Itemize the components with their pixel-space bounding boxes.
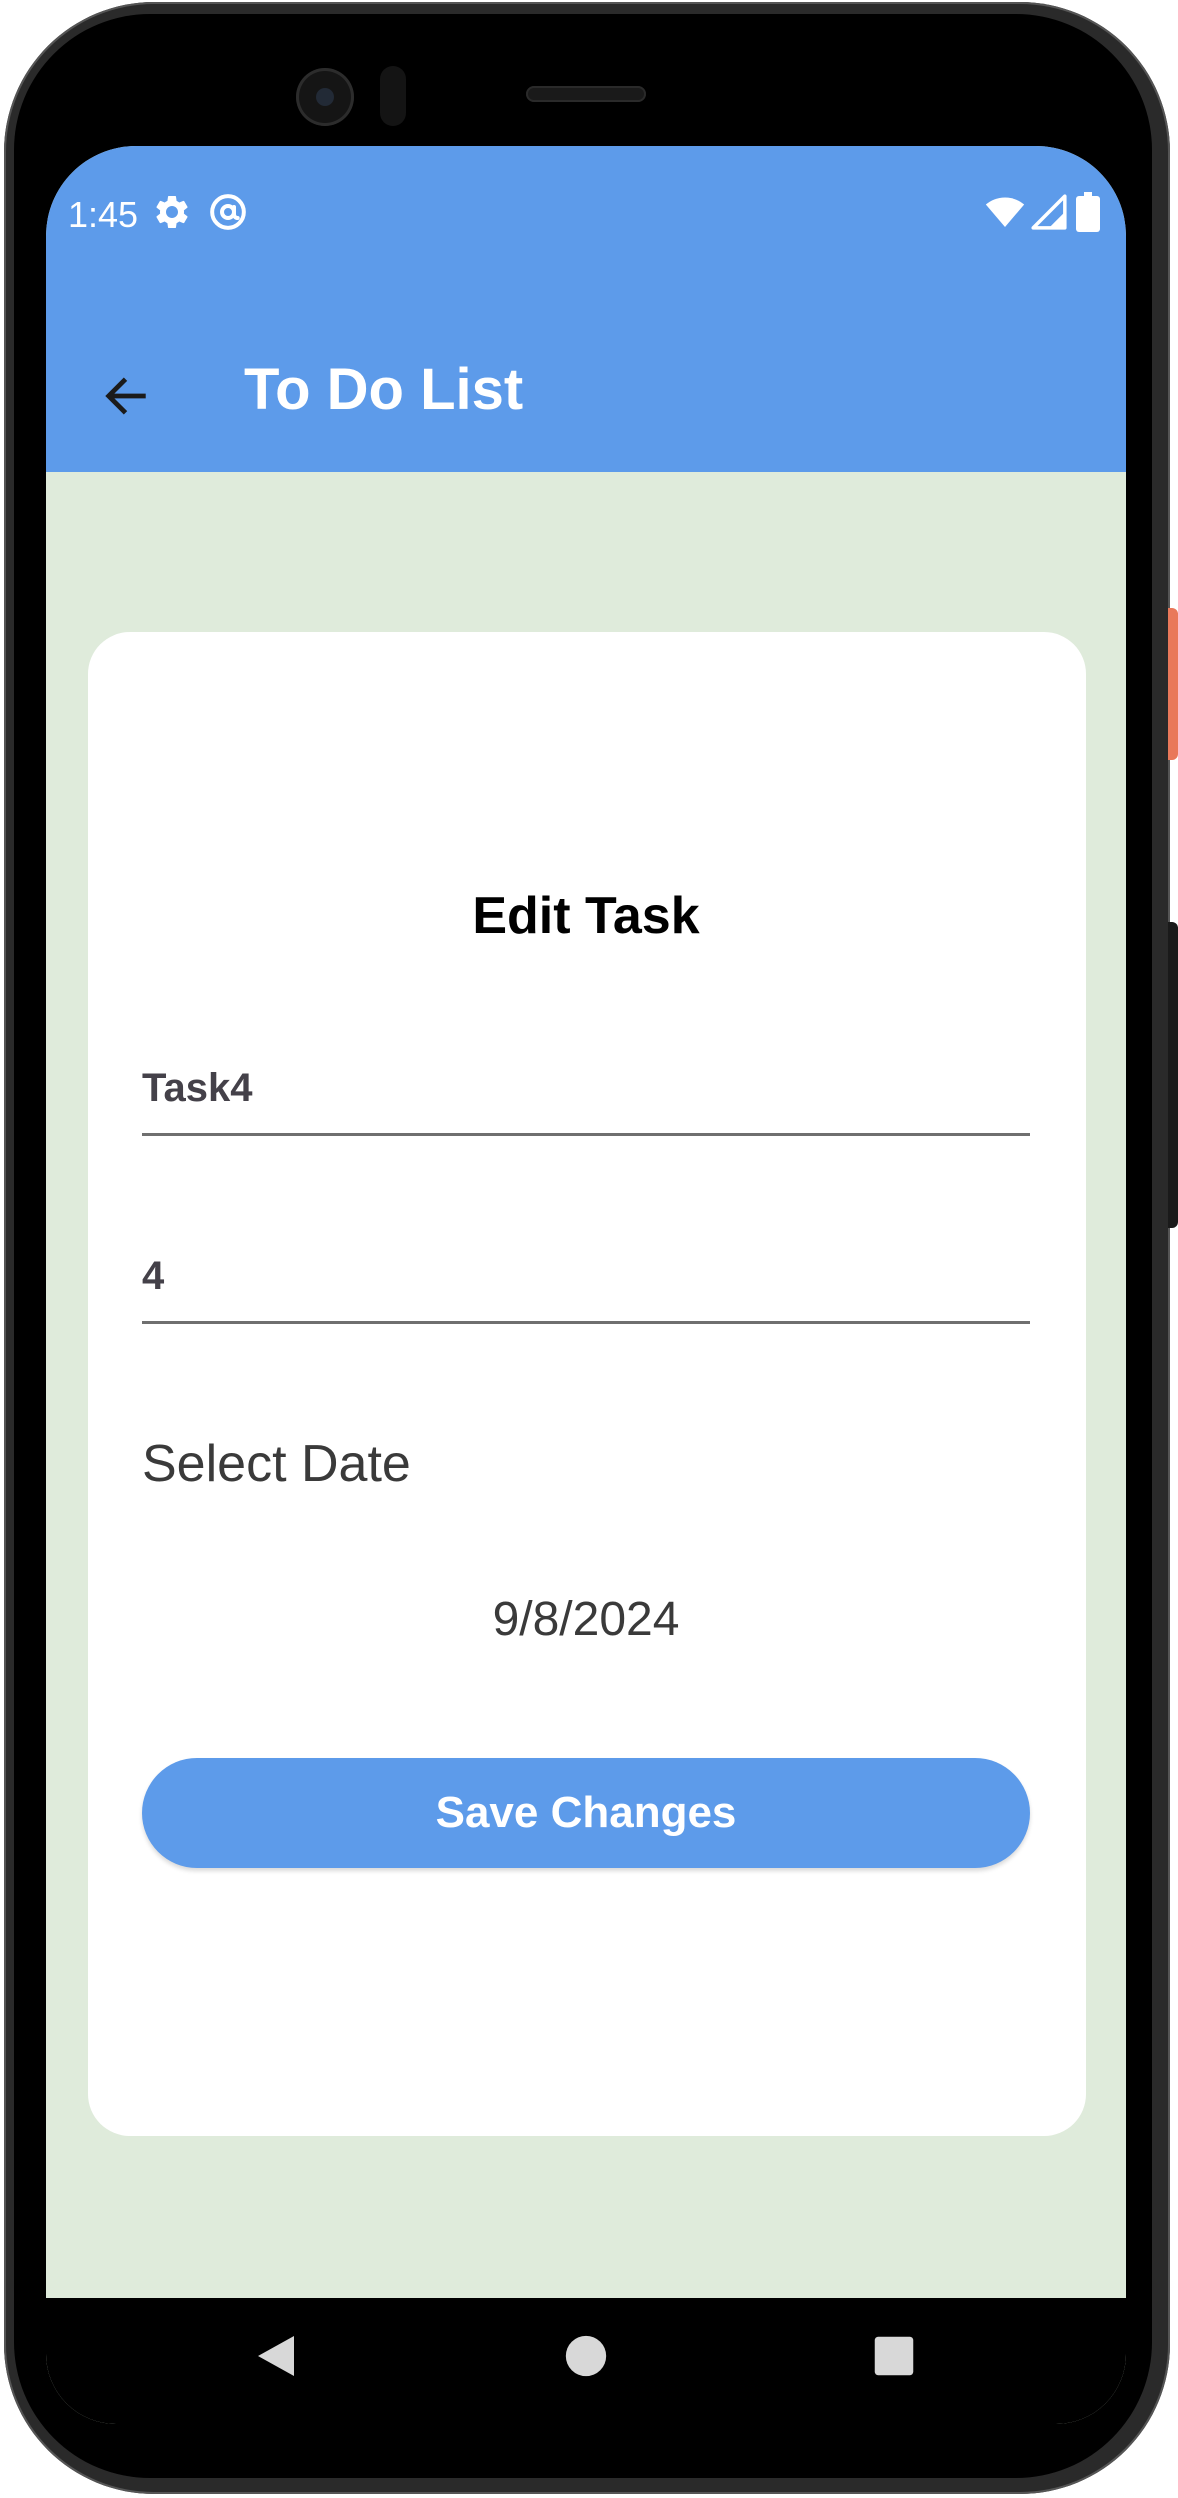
back-triangle-icon xyxy=(254,2332,298,2385)
home-circle-icon xyxy=(564,2334,608,2383)
at-sign-icon xyxy=(208,192,248,232)
task-priority-field[interactable] xyxy=(142,1254,1030,1324)
task-name-field[interactable] xyxy=(142,1066,1030,1136)
nav-home-button[interactable] xyxy=(546,2318,626,2398)
earpiece-speaker xyxy=(526,86,646,102)
back-button[interactable] xyxy=(86,358,166,438)
volume-button[interactable] xyxy=(1168,922,1178,1228)
app-bar-title: To Do List xyxy=(244,357,524,422)
navigation-bar xyxy=(46,2298,1126,2424)
screen: 1:45 To Do List Edit Task Task4 4 Select… xyxy=(46,146,1126,2424)
recents-square-icon xyxy=(873,2335,915,2382)
front-camera xyxy=(296,68,354,126)
status-time: 1:45 xyxy=(68,194,139,235)
arrow-left-icon xyxy=(100,370,152,427)
device-frame: 1:45 To Do List Edit Task Task4 4 Select… xyxy=(0,0,1178,2498)
save-changes-button[interactable]: Save Changes xyxy=(142,1758,1030,1868)
nav-recents-button[interactable] xyxy=(854,2318,934,2398)
gear-icon xyxy=(152,192,192,232)
nav-back-button[interactable] xyxy=(236,2318,316,2398)
battery-icon xyxy=(1076,192,1102,232)
card-title: Edit Task xyxy=(472,887,700,945)
proximity-sensor xyxy=(380,66,406,126)
edit-task-card xyxy=(88,632,1086,2136)
power-button[interactable] xyxy=(1168,608,1178,760)
wifi-icon xyxy=(984,192,1026,232)
app-bar: 1:45 To Do List xyxy=(46,146,1126,472)
task-priority-input[interactable] xyxy=(142,1254,1030,1299)
task-name-input[interactable] xyxy=(142,1066,1030,1111)
selected-date-value[interactable]: 9/8/2024 xyxy=(46,1592,1126,1647)
select-date-label[interactable]: Select Date xyxy=(142,1434,411,1494)
cell-signal-icon xyxy=(1030,192,1068,232)
